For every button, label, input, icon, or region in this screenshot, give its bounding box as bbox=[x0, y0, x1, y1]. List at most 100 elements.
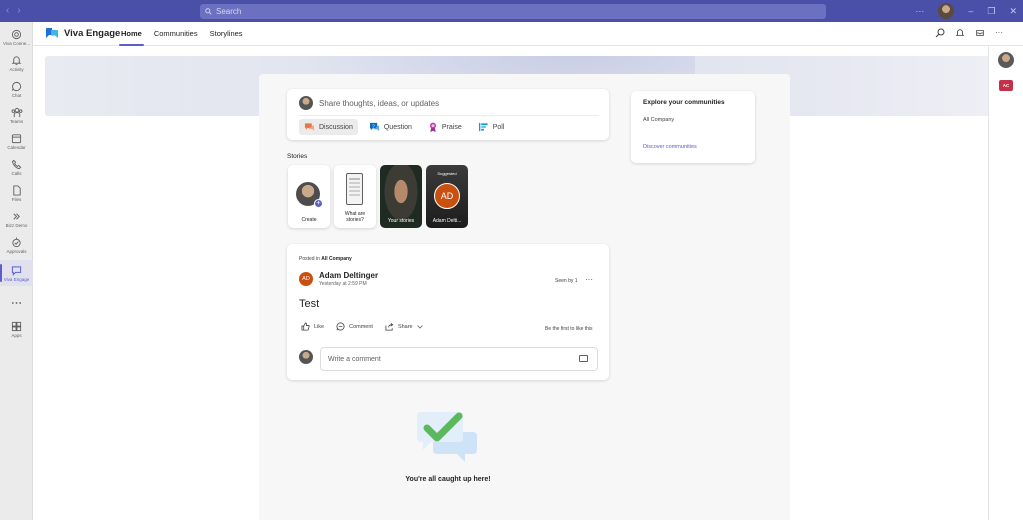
rail-item-label: Viva Engage bbox=[3, 277, 30, 282]
avatar[interactable] bbox=[998, 52, 1014, 68]
apps-icon bbox=[11, 320, 23, 332]
rail-item-label: Files bbox=[11, 197, 22, 202]
more-options-button[interactable]: ··· bbox=[915, 6, 924, 16]
praise-button[interactable]: Praise bbox=[423, 119, 467, 135]
rail-item-label: Viva Conne... bbox=[3, 41, 30, 46]
search-icon[interactable] bbox=[935, 28, 945, 38]
nav-arrows: ‹ › bbox=[6, 5, 21, 16]
forward-button[interactable]: › bbox=[17, 5, 20, 16]
window-controls: ··· – ❐ ✕ bbox=[915, 3, 1017, 19]
discussion-button[interactable]: Discussion bbox=[299, 119, 358, 135]
question-button[interactable]: ? Question bbox=[364, 119, 417, 135]
poll-button[interactable]: Poll bbox=[473, 119, 510, 135]
rail-item-apps[interactable]: Apps bbox=[0, 316, 33, 342]
composer-input[interactable]: Share thoughts, ideas, or updates bbox=[319, 99, 439, 108]
like-button[interactable]: Like bbox=[301, 322, 324, 331]
comment-placeholder: Write a comment bbox=[328, 355, 381, 363]
rail-item-viva-engage[interactable]: Viva Engage bbox=[0, 260, 33, 286]
brand[interactable]: Viva Engage bbox=[45, 27, 120, 39]
more-options-button[interactable]: ··· bbox=[585, 275, 593, 284]
like-label: Like bbox=[314, 323, 325, 330]
story-what-are-stories[interactable]: What are stories? bbox=[334, 165, 376, 228]
discussion-label: Discussion bbox=[319, 123, 353, 131]
search-icon bbox=[205, 8, 212, 15]
main-content: Share thoughts, ideas, or updates Discus… bbox=[33, 46, 988, 520]
avatar: AD bbox=[434, 183, 460, 209]
more-options-button[interactable]: ··· bbox=[995, 28, 1003, 38]
rail-item-calendar[interactable]: Calendar bbox=[0, 128, 33, 154]
bell-icon[interactable] bbox=[955, 28, 965, 38]
back-button[interactable]: ‹ bbox=[6, 5, 9, 16]
thumbs-up-icon bbox=[301, 322, 310, 331]
rail-item-label: Calendar bbox=[7, 145, 26, 150]
rail-item-label: Activity bbox=[9, 67, 24, 72]
avatar bbox=[299, 350, 313, 364]
praise-label: Praise bbox=[441, 123, 462, 131]
posted-in-prefix: Posted in bbox=[299, 256, 320, 262]
gif-icon[interactable] bbox=[579, 355, 588, 362]
approvals-icon bbox=[11, 236, 23, 248]
profile-avatar[interactable] bbox=[938, 3, 955, 19]
comment-icon bbox=[336, 322, 345, 331]
rail-item-calls[interactable]: Calls bbox=[0, 154, 33, 180]
comment-button[interactable]: Comment bbox=[336, 322, 373, 331]
story-your-stories[interactable]: Your stories bbox=[380, 165, 422, 228]
tab-storylines[interactable]: Storylines bbox=[204, 22, 249, 46]
story-create[interactable]: + Create bbox=[288, 165, 330, 228]
post-actions: Like Comment Share bbox=[301, 322, 423, 331]
plus-icon: + bbox=[314, 199, 323, 208]
share-label: Share bbox=[397, 323, 413, 330]
suggested-tag: Suggested bbox=[437, 171, 457, 176]
rail-item-label: Teams bbox=[9, 119, 24, 124]
search-placeholder: Search bbox=[216, 7, 242, 16]
close-button[interactable]: ✕ bbox=[1009, 6, 1017, 17]
post-timestamp[interactable]: Yesterday at 2:59 PM bbox=[319, 281, 367, 287]
tab-communities[interactable]: Communities bbox=[148, 22, 204, 46]
divider bbox=[299, 115, 599, 116]
rail-item-chat[interactable]: Chat bbox=[0, 76, 33, 102]
header-tabs: Home Communities Storylines bbox=[115, 22, 249, 46]
minimize-button[interactable]: – bbox=[968, 6, 973, 16]
post-type-bar: Discussion ? Question Praise Poll bbox=[299, 119, 509, 135]
rail-item-activity[interactable]: Activity bbox=[0, 50, 33, 76]
app-icon bbox=[11, 210, 23, 222]
rail-item-files[interactable]: Files bbox=[0, 180, 33, 206]
author-name[interactable]: Adam Deltinger bbox=[319, 271, 378, 280]
poll-label: Poll bbox=[492, 123, 505, 131]
comment-input[interactable]: Write a comment bbox=[320, 347, 598, 371]
share-icon bbox=[385, 323, 394, 331]
community-link[interactable]: All Company bbox=[321, 256, 352, 262]
search-input[interactable]: Search bbox=[200, 4, 826, 19]
story-label: Adam Delti... bbox=[432, 218, 462, 224]
rail-item-teams[interactable]: Teams bbox=[0, 102, 33, 128]
story-label: Create bbox=[301, 217, 317, 223]
avatar[interactable]: AD bbox=[299, 272, 313, 286]
calendar-icon bbox=[11, 132, 23, 144]
rail-item-more[interactable] bbox=[0, 290, 33, 316]
explore-communities-card: Explore your communities All Company Dis… bbox=[631, 91, 755, 163]
comment-label: Comment bbox=[349, 323, 373, 330]
restore-button[interactable]: ❐ bbox=[987, 6, 995, 17]
rail-item-approvals[interactable]: Approvals bbox=[0, 232, 33, 258]
community-link[interactable]: All Company bbox=[643, 117, 674, 123]
question-icon: ? bbox=[369, 122, 379, 132]
seen-by[interactable]: Seen by 1 bbox=[555, 278, 578, 284]
more-icon bbox=[11, 297, 23, 309]
inbox-icon[interactable] bbox=[975, 28, 985, 38]
tab-home[interactable]: Home bbox=[115, 22, 148, 46]
share-button[interactable]: Share bbox=[385, 322, 423, 331]
rail-item-bizz-demo[interactable]: Bizz Demo bbox=[0, 206, 33, 232]
story-label: What are stories? bbox=[344, 211, 366, 223]
explore-title: Explore your communities bbox=[643, 99, 725, 106]
discover-communities-link[interactable]: Discover communities bbox=[643, 144, 697, 150]
praise-icon bbox=[429, 122, 436, 132]
like-summary: Be the first to like this bbox=[545, 326, 593, 332]
rail-item-label: Chat bbox=[11, 93, 22, 98]
poll-icon bbox=[478, 122, 488, 132]
phone-icon bbox=[11, 158, 23, 170]
engage-icon bbox=[11, 264, 23, 276]
app-badge[interactable]: AC bbox=[999, 80, 1013, 91]
story-suggested[interactable]: Suggested AD Adam Delti... bbox=[426, 165, 468, 228]
rail-item-viva-connections[interactable]: Viva Conne... bbox=[0, 24, 33, 50]
posted-in: Posted in All Company bbox=[299, 256, 352, 262]
